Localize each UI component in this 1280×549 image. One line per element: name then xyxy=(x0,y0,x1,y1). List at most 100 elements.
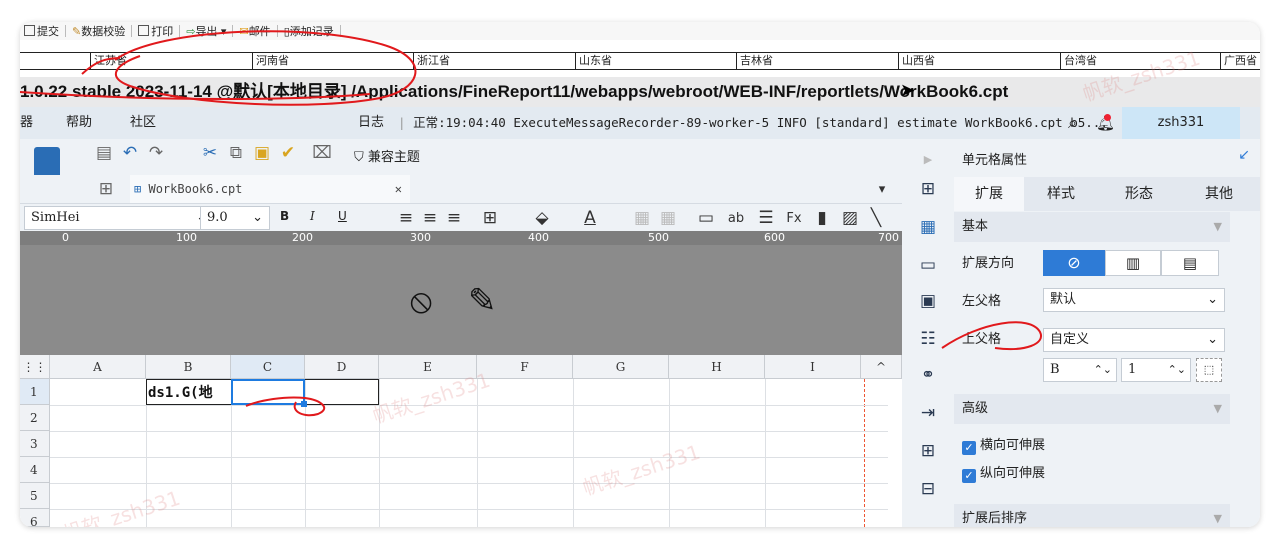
column-header[interactable]: C xyxy=(231,355,305,379)
report-fill-icon[interactable]: ⊞ xyxy=(916,439,940,463)
log-label[interactable]: 日志 xyxy=(358,107,384,139)
tab-menu-icon[interactable]: ▾ xyxy=(872,179,892,199)
v-expand-checkbox[interactable]: ✓ 纵向可伸展 xyxy=(962,462,1045,483)
paste-icon[interactable]: ▣ xyxy=(252,143,272,163)
divider xyxy=(276,25,278,37)
format-brush-icon[interactable]: ✔ xyxy=(278,143,298,163)
stepper-icon[interactable]: ⌃⌄ xyxy=(1094,359,1112,381)
menu-item-help[interactable]: 帮助 xyxy=(66,107,92,139)
corner-cell[interactable]: ⋮⋮ xyxy=(20,355,50,379)
unmerge-icon[interactable]: ▦ xyxy=(658,208,678,228)
undo-icon[interactable]: ↶ xyxy=(120,143,140,163)
copy-icon[interactable]: ⧉ xyxy=(226,143,246,163)
cell-element-icon[interactable]: ⊞ xyxy=(916,177,940,201)
top-parent-column-field[interactable]: B ⌃⌄ xyxy=(1043,358,1117,382)
align-left-icon[interactable]: ≡ xyxy=(396,208,416,228)
column-header[interactable]: B xyxy=(146,355,231,379)
template-param-icon[interactable]: ⌧ xyxy=(312,143,332,163)
format-toolbar: SimHei⌄ 9.0⌄ B I U ≡ ≡ ≡ ⊞ ⬙ A ▦ ▦ ▭ ab … xyxy=(20,203,902,231)
tab-workbook6[interactable]: ⊞ WorkBook6.cpt ✕ xyxy=(130,175,410,203)
cut-icon[interactable]: ✂ xyxy=(200,143,220,163)
align-right-icon[interactable]: ≡ xyxy=(444,208,464,228)
font-color-icon[interactable]: A xyxy=(580,208,600,228)
search-icon[interactable]: ⌕ xyxy=(1068,107,1077,139)
row-header[interactable]: 5 xyxy=(20,483,50,509)
expand-horizontal-button[interactable]: ▤ xyxy=(1161,250,1219,276)
column-header[interactable]: H xyxy=(669,355,765,379)
row-header[interactable]: 4 xyxy=(20,457,50,483)
mouse-cursor-icon: ➤ xyxy=(900,80,916,101)
italic-button[interactable]: I xyxy=(310,209,315,223)
text-icon[interactable]: ab xyxy=(726,208,746,228)
row-header[interactable]: 1 xyxy=(20,379,50,405)
fill-handle[interactable] xyxy=(301,401,307,407)
section-advanced[interactable]: 高级 ▼ xyxy=(954,394,1230,424)
chart-icon[interactable]: ▮ xyxy=(812,208,832,228)
cell-attribute-icon[interactable]: ▦ xyxy=(916,215,940,239)
data-input-icon[interactable]: ⇥ xyxy=(916,401,940,425)
tab-style[interactable]: 样式 xyxy=(1026,177,1096,211)
insert-field-icon[interactable]: ▭ xyxy=(696,208,716,228)
section-sort[interactable]: 扩展后排序 ▼ xyxy=(954,504,1230,527)
cell-picker-icon[interactable]: ⬚ xyxy=(1196,358,1222,382)
column-header[interactable]: D xyxy=(305,355,379,379)
merge-icon[interactable]: ▦ xyxy=(632,208,652,228)
h-expand-checkbox[interactable]: ✓ 横向可伸展 xyxy=(962,434,1045,455)
redo-icon[interactable]: ↷ xyxy=(146,143,166,163)
list-icon[interactable]: ☰ xyxy=(756,208,776,228)
float-element-icon[interactable]: ▭ xyxy=(916,253,940,277)
scroll-up-icon[interactable]: ^ xyxy=(861,355,902,379)
condition-icon[interactable]: ☷ xyxy=(916,327,940,351)
user-account[interactable]: zsh331 xyxy=(1122,107,1240,139)
column-header[interactable]: A xyxy=(50,355,146,379)
expand-panel-icon[interactable]: ↙ xyxy=(1238,147,1250,163)
formula-icon[interactable]: Fx xyxy=(784,208,804,228)
collapse-icon[interactable]: ▶ xyxy=(916,147,940,171)
save-icon[interactable]: ▤ xyxy=(94,143,114,163)
notification-bell-icon[interactable]: 🔔︎ xyxy=(1096,107,1115,139)
left-parent-select[interactable]: 默认 ⌄ xyxy=(1043,288,1225,312)
stepper-icon[interactable]: ⌃⌄ xyxy=(1168,359,1186,381)
border-icon[interactable]: ⊞ xyxy=(480,208,500,228)
menu-item-server[interactable]: 器 xyxy=(20,107,33,139)
add-record-button[interactable]: ▯添加记录 xyxy=(284,23,334,39)
section-basic[interactable]: 基本 ▼ xyxy=(954,212,1230,242)
mail-button[interactable]: ✉邮件 xyxy=(239,23,270,39)
close-icon[interactable]: ✕ xyxy=(395,175,402,203)
hidden-eye-icon[interactable]: ⦸ xyxy=(410,281,432,321)
underline-button[interactable]: U xyxy=(338,209,347,223)
column-header[interactable]: I xyxy=(765,355,861,379)
expand-vertical-button[interactable]: ▥ xyxy=(1105,250,1161,276)
column-header[interactable]: G xyxy=(573,355,669,379)
top-parent-select[interactable]: 自定义 ⌄ xyxy=(1043,328,1225,352)
tab-other[interactable]: 其他 xyxy=(1184,177,1254,211)
fill-color-icon[interactable]: ⬙ xyxy=(532,208,552,228)
widget-icon[interactable]: ▣ xyxy=(916,289,940,313)
row-header[interactable]: 6 xyxy=(20,509,50,527)
align-center-icon[interactable]: ≡ xyxy=(420,208,440,228)
font-select[interactable]: SimHei⌄ xyxy=(24,206,214,230)
column-header[interactable]: F xyxy=(477,355,573,379)
font-size-select[interactable]: 9.0 ⌄ xyxy=(200,206,270,230)
slash-icon[interactable]: ╲ xyxy=(866,208,886,228)
print-button[interactable]: 打印 xyxy=(138,23,173,39)
expand-none-button[interactable]: ⊘ xyxy=(1043,250,1105,276)
menu-item-community[interactable]: 社区 xyxy=(130,107,156,139)
theme-button[interactable]: ⛉ 兼容主题 xyxy=(354,146,420,165)
cell-b1[interactable]: ds1.G(地 xyxy=(148,382,213,402)
tab-expand[interactable]: 扩展 xyxy=(954,177,1024,211)
row-header[interactable]: 3 xyxy=(20,431,50,457)
pencil-icon[interactable]: ✎ xyxy=(468,281,497,321)
bold-button[interactable]: B xyxy=(280,209,289,223)
top-parent-row-field[interactable]: 1 ⌃⌄ xyxy=(1121,358,1191,382)
cell-c1-selected[interactable] xyxy=(231,379,305,405)
row-header[interactable]: 2 xyxy=(20,405,50,431)
hyperlink-icon[interactable]: ⚭ xyxy=(916,363,940,387)
tree-icon[interactable]: ⊟ xyxy=(916,477,940,501)
export-button[interactable]: ⇨导出 ▾ xyxy=(186,23,226,39)
grid-icon[interactable]: ⊞ xyxy=(96,179,116,199)
tab-form[interactable]: 形态 xyxy=(1104,177,1174,211)
submit-button[interactable]: 提交 xyxy=(24,23,59,39)
image-icon[interactable]: ▨ xyxy=(840,208,860,228)
data-validate-button[interactable]: ✎数据校验 xyxy=(72,23,125,39)
